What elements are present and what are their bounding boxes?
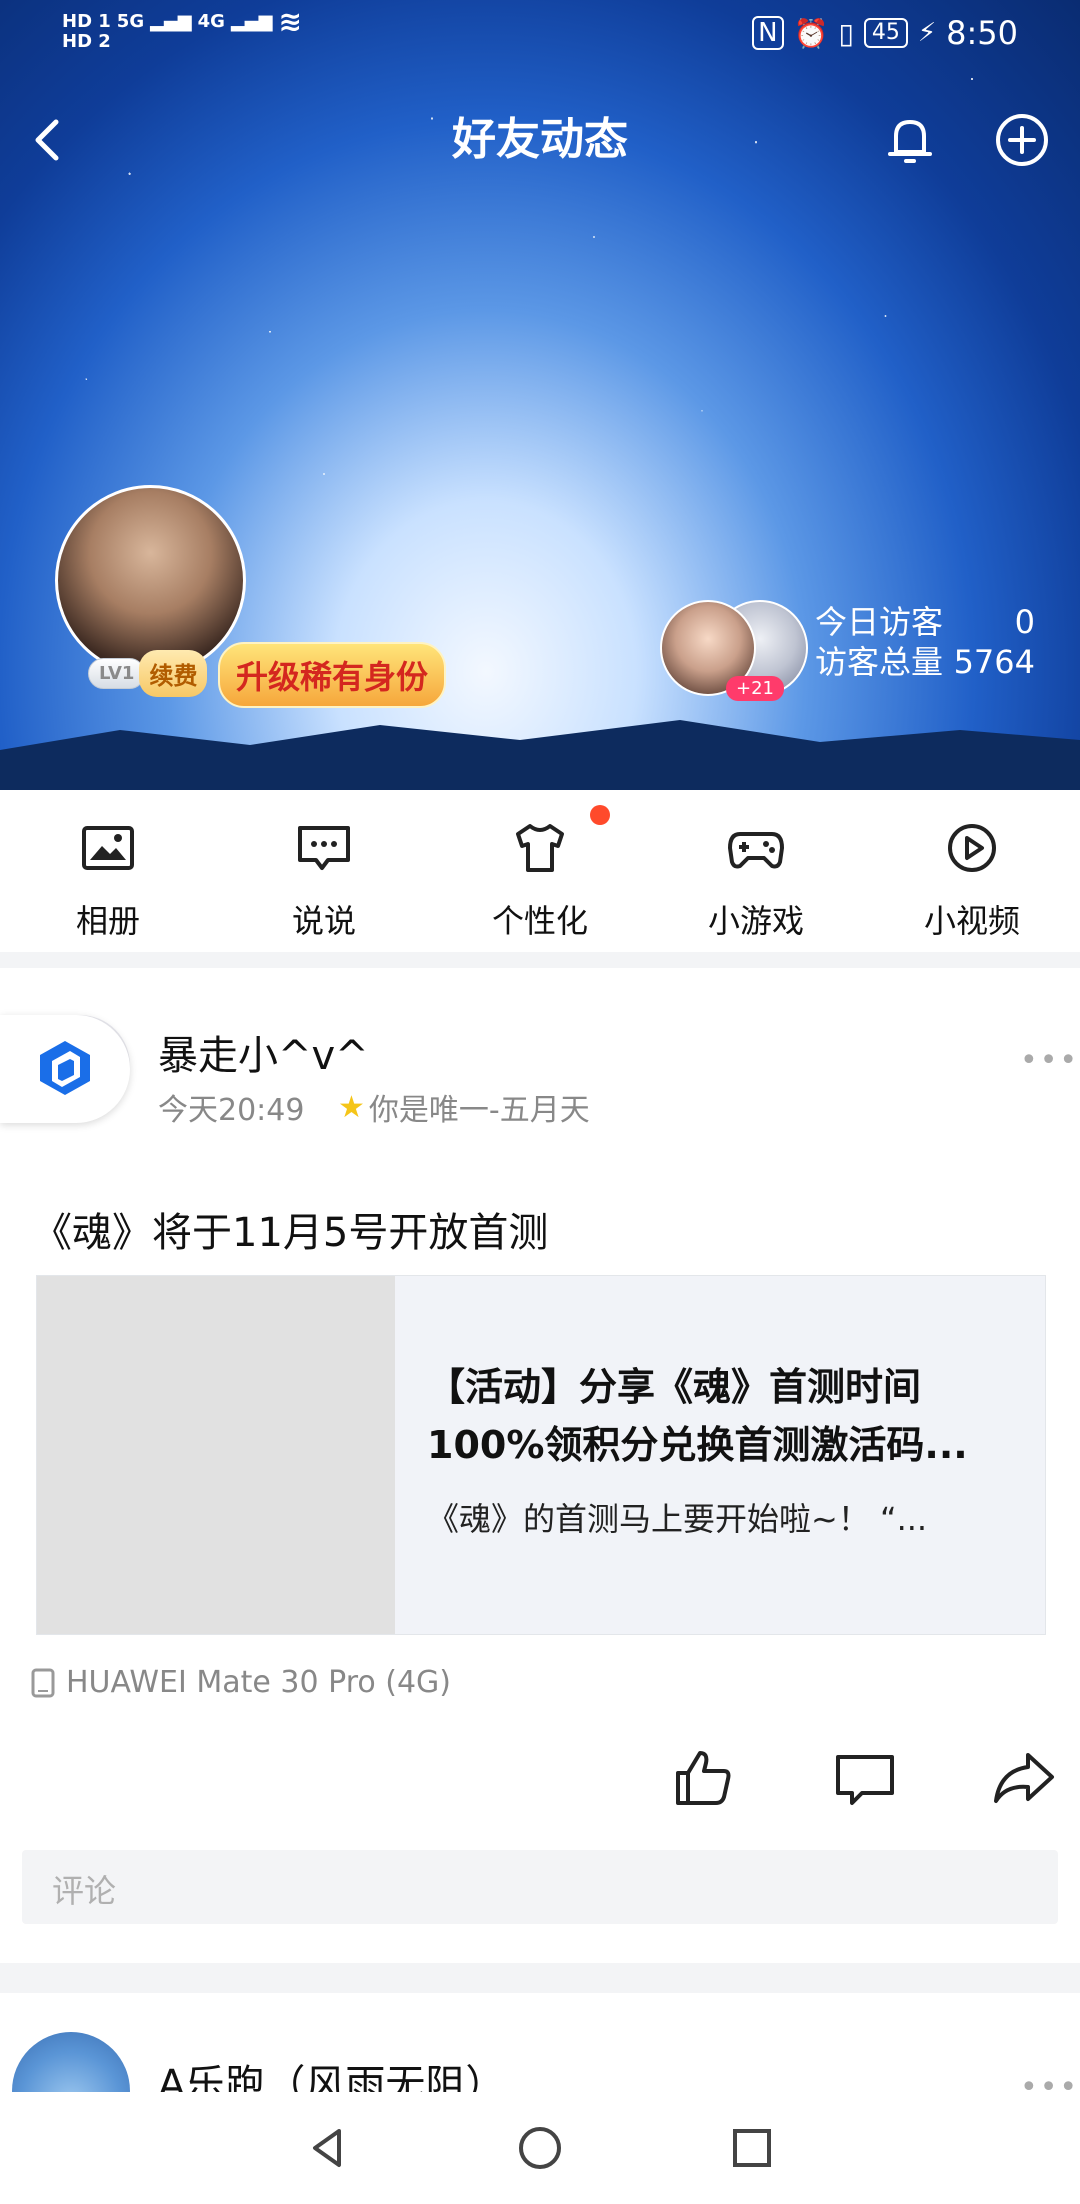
play-video-icon: [948, 824, 996, 872]
top-nav: 好友动态: [0, 100, 1080, 180]
nav-mini-games[interactable]: 小游戏: [648, 790, 864, 958]
plus-circle-icon: [996, 114, 1048, 166]
phone-icon: [31, 1668, 55, 1697]
add-post-button[interactable]: [990, 108, 1054, 172]
system-navigation-bar: [0, 2092, 1080, 2204]
link-description: 《魂》的首测马上要开始啦~！ “...: [427, 1500, 928, 1538]
message-bubble-icon: [298, 826, 350, 870]
vibrate-icon: ▯: [838, 16, 854, 50]
wifi-icon: ≋: [278, 5, 302, 38]
nav-label: 个性化: [491, 902, 588, 940]
user-avatar[interactable]: [55, 485, 246, 676]
charging-icon: ⚡: [917, 18, 937, 48]
upgrade-identity-button[interactable]: 升级稀有身份: [218, 642, 447, 708]
visitor-more-badge: +21: [726, 676, 784, 701]
star-music-icon: ★: [338, 1089, 365, 1125]
notifications-button[interactable]: [878, 108, 942, 172]
nav-album[interactable]: 相册: [0, 790, 216, 958]
net1-label: 5G: [116, 11, 145, 32]
post-more-button[interactable]: •••: [1020, 1043, 1079, 1078]
share-button[interactable]: [990, 1745, 1056, 1815]
vip-badges[interactable]: LV1 续费: [88, 650, 208, 697]
cube-logo-icon: [40, 1041, 90, 1095]
signal-icon: ▂▄▆: [150, 11, 192, 32]
renew-badge: 续费: [139, 650, 208, 697]
device-name: HUAWEI Mate 30 Pro (4G): [66, 1665, 452, 1700]
back-triangle-icon[interactable]: [303, 2123, 353, 2173]
bell-icon: [888, 120, 932, 163]
link-thumbnail: [37, 1276, 395, 1634]
nav-personalize[interactable]: 个性化: [432, 790, 648, 958]
post-time: 今天20:49: [158, 1093, 305, 1128]
home-circle-icon[interactable]: [515, 2123, 565, 2173]
section-divider: [0, 1963, 1080, 1993]
comment-button[interactable]: [832, 1745, 898, 1815]
sim1-label: HD 1: [62, 11, 111, 32]
nfc-icon: N: [752, 16, 784, 50]
nav-mini-video[interactable]: 小视频: [864, 790, 1080, 958]
quick-nav: 相册 说说 个性化 小游戏 小视频: [0, 790, 1080, 958]
level-badge: LV1: [88, 658, 146, 689]
comment-input[interactable]: 评论: [22, 1850, 1058, 1924]
personalize-notification-dot: [590, 805, 610, 825]
sim2-label: HD 2: [62, 31, 111, 52]
photo-album-icon: [82, 826, 134, 870]
nav-label: 小游戏: [707, 902, 804, 940]
gamepad-icon: [728, 832, 784, 869]
profile-cover: HD 1 5G ▂▄▆ 4G ▂▄▆ ≋ HD 2 N ⏰ ▯ 45 ⚡ 8:50 好友动…: [0, 0, 1080, 790]
music-title: 你是唯一-五月天: [368, 1093, 590, 1128]
nav-label: 小视频: [923, 902, 1020, 940]
today-visitors-label: 今日访客: [815, 603, 944, 641]
nav-label: 相册: [75, 902, 140, 940]
like-button[interactable]: [670, 1745, 736, 1815]
post-device: HUAWEI Mate 30 Pro (4G): [30, 1665, 451, 1700]
floating-app-button[interactable]: [0, 1015, 130, 1123]
comment-bubble-icon: [836, 1755, 894, 1805]
section-divider: [0, 952, 1080, 968]
comment-placeholder: 评论: [52, 1872, 117, 1910]
clock: 8:50: [946, 14, 1018, 52]
today-visitors-value: 0: [1014, 603, 1035, 641]
tshirt-icon: [516, 824, 564, 872]
total-visitors-label: 访客总量: [815, 643, 944, 681]
signal-icon: ▂▄▆: [230, 11, 273, 32]
recents-square-icon[interactable]: [727, 2123, 777, 2173]
shared-link-card[interactable]: 【活动】分享《魂》首测时间100%领积分兑换首测激活码... 《魂》的首测马上要…: [36, 1275, 1046, 1635]
alarm-icon: ⏰: [793, 16, 829, 50]
link-title: 【活动】分享《魂》首测时间100%领积分兑换首测激活码...: [427, 1365, 968, 1467]
visitor-stats[interactable]: 今日访客 0 访客总量 5764: [815, 602, 1035, 682]
post-author-name[interactable]: 暴走小^v^: [158, 1023, 369, 1081]
signal-indicators: HD 1 5G ▂▄▆ 4G ▂▄▆ ≋ HD 2: [62, 5, 302, 52]
system-status: N ⏰ ▯ 45 ⚡ 8:50: [752, 14, 1018, 52]
total-visitors-value: 5764: [953, 643, 1035, 681]
battery-indicator: 45: [863, 18, 908, 48]
post-music-tag[interactable]: ★ 你是唯一-五月天: [338, 1085, 590, 1129]
post-text: 《魂》将于11月5号开放首测: [32, 1210, 549, 1256]
nav-shuoshuo[interactable]: 说说: [216, 790, 432, 958]
thumbs-up-icon: [676, 1751, 731, 1805]
nav-label: 说说: [291, 902, 356, 940]
visitor-avatars[interactable]: +21: [660, 600, 808, 701]
share-arrow-icon: [994, 1753, 1054, 1803]
net2-label: 4G: [197, 11, 225, 32]
status-bar: HD 1 5G ▂▄▆ 4G ▂▄▆ ≋ HD 2 N ⏰ ▯ 45 ⚡ 8:50: [0, 0, 1080, 70]
